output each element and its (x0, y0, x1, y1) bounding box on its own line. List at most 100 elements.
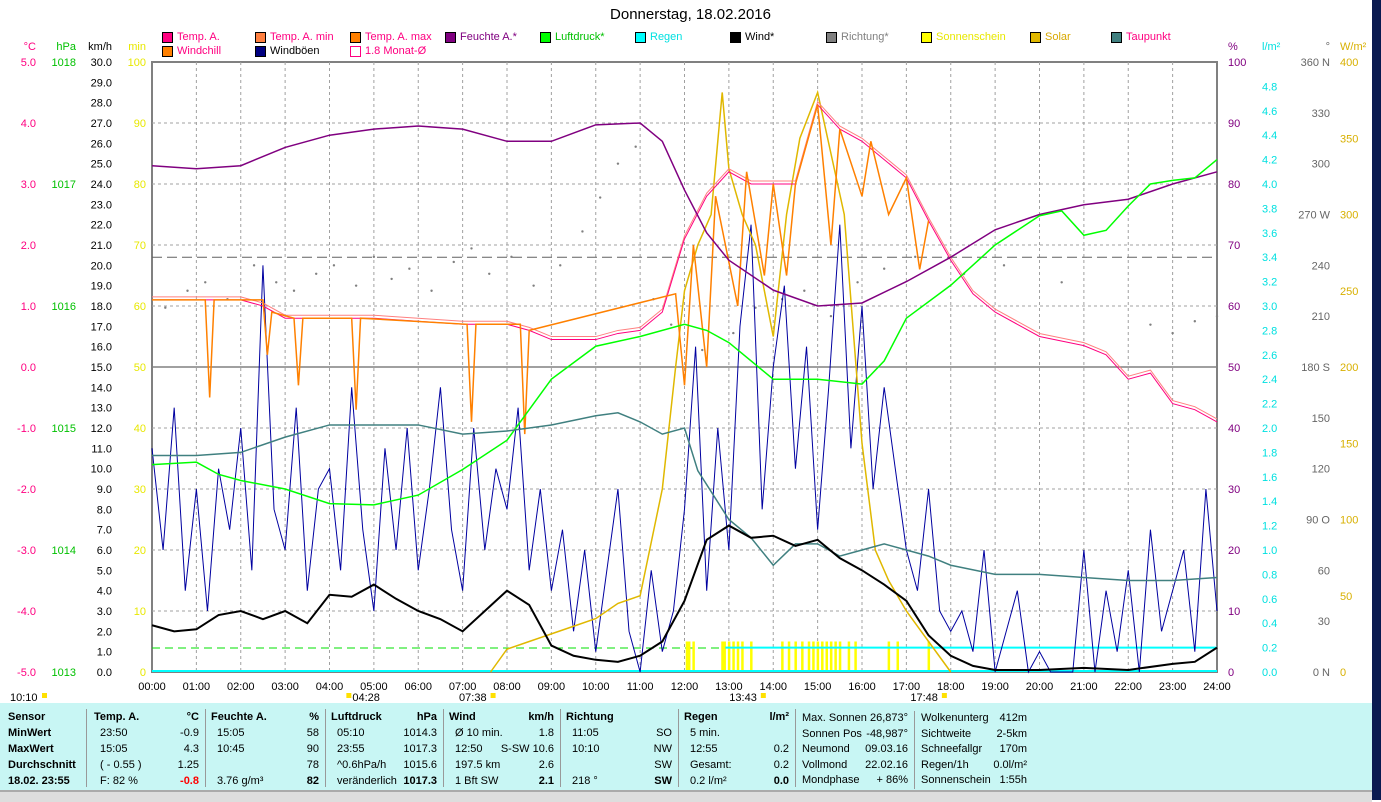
tick-label-lm2: 4.2 (1262, 155, 1277, 167)
cell-value: SO (656, 727, 672, 739)
tick-label-wm2: 300 (1340, 210, 1358, 222)
legend-swatch-icon (921, 31, 932, 43)
tick-label-kmh: 23.0 (91, 199, 112, 211)
tick-label-kmh: 11.0 (91, 443, 112, 455)
cell-value: 170m (999, 743, 1027, 755)
legend-item[interactable]: Luftdruck* (540, 31, 605, 43)
legend-item[interactable]: Temp. A. min (255, 31, 334, 43)
cell-value: 58 (306, 727, 319, 739)
hum-column: Feuchte A.% 15:05 58 10:45 90 78 3.76 g/m³ 82 (205, 709, 326, 787)
tick-label-celsius: -1.0 (17, 423, 36, 435)
column-unit: % (309, 711, 319, 723)
tick-label-min: 70 (134, 240, 146, 252)
direction-point (803, 289, 806, 292)
x-tick-label: 11:00 (627, 681, 654, 693)
cell-value: 78 (306, 759, 319, 771)
cell-label: ^0.6hPa/h (337, 759, 387, 771)
legend-swatch-icon (540, 31, 551, 43)
tick-label-percent: 10 (1228, 606, 1240, 618)
tick-label-deg: 0 N (1313, 667, 1330, 679)
tick-label-deg: 90 O (1306, 515, 1330, 527)
tick-label-celsius: 0.0 (21, 362, 36, 374)
sunshine-bar (801, 641, 804, 672)
tick-label-percent: 100 (1228, 57, 1246, 69)
cell-value: 1017.3 (403, 775, 437, 787)
sunshine-bar (812, 641, 815, 672)
legend-item[interactable]: Solar (1030, 31, 1071, 43)
sunshine-bar (838, 641, 842, 672)
cell-label: 15:05 (217, 727, 245, 739)
sunshine-bar (794, 641, 797, 672)
tick-label-lm2: 4.8 (1262, 81, 1277, 93)
tick-label-kmh: 10.0 (91, 464, 112, 476)
legend-item[interactable]: Feuchte A.* (445, 31, 517, 43)
legend-item[interactable]: Windböen (255, 45, 320, 57)
direction-point (914, 255, 917, 259)
tick-label-kmh: 28.0 (91, 98, 112, 110)
legend-item[interactable]: Temp. A. max (350, 31, 432, 43)
sunshine-bar (834, 641, 837, 672)
cell-value: 1.25 (177, 759, 199, 771)
tick-label-percent: 60 (1228, 301, 1240, 313)
direction-point (669, 323, 673, 326)
legend-item[interactable]: 1.8 Monat-Ø (350, 45, 426, 57)
legend-label: Windböen (270, 45, 320, 57)
sensor-column: Sensor MinWert MaxWert Durchschnitt 18.0… (0, 709, 87, 787)
cell-label: 1 Bft SW (455, 775, 499, 787)
cell-value: SW (654, 759, 672, 771)
tick-label-wm2: 0 (1340, 667, 1346, 679)
cell-label: Schneefallgr (921, 743, 983, 755)
cell-value: 0.2 (773, 743, 789, 755)
direction-point (252, 264, 256, 267)
x-tick-label: 15:00 (804, 681, 832, 693)
cell-value: 22.02.16 (865, 758, 908, 771)
legend-item[interactable]: Wind* (730, 31, 774, 43)
tick-label-celsius: 3.0 (21, 179, 36, 191)
legend-label: Taupunkt (1126, 31, 1171, 43)
legend-item[interactable]: Windchill (162, 45, 221, 57)
direction-point (1215, 314, 1219, 318)
legend-swatch-icon (350, 31, 361, 43)
legend-swatch-icon (162, 45, 173, 57)
axis-unit-min: min (128, 41, 146, 53)
tick-label-kmh: 13.0 (91, 403, 112, 415)
legend-swatch-icon (350, 45, 361, 57)
tick-label-deg: 330 (1312, 108, 1330, 120)
legend-item[interactable]: Richtung* (826, 31, 889, 43)
legend-item[interactable]: Regen (635, 31, 682, 43)
legend-item[interactable]: Temp. A. (162, 31, 220, 43)
cell-value: 2-5km (996, 727, 1027, 740)
tick-label-min: 30 (134, 484, 146, 496)
sunshine-bar (750, 641, 753, 672)
press-column: Luftdruck hPa 05:10 1014.3 23:55 1017.3 ^0.6hP… (325, 709, 444, 787)
tick-label-celsius: -2.0 (17, 484, 36, 496)
cell-label: 12:50 (455, 743, 483, 755)
column-unit: °C (186, 711, 199, 723)
direction-point (1060, 281, 1063, 284)
tick-label-wm2: 50 (1340, 591, 1352, 603)
tick-label-deg: 60 (1318, 565, 1330, 577)
tick-label-wm2: 250 (1340, 286, 1358, 298)
legend-swatch-icon (162, 31, 173, 43)
tick-label-celsius: -3.0 (17, 545, 36, 557)
cell-label: 05:10 (337, 727, 365, 739)
cell-label: 15:05 (100, 743, 128, 755)
tick-label-percent: 40 (1228, 423, 1240, 435)
tick-label-kmh: 3.0 (97, 606, 112, 618)
tick-label-wm2: 150 (1340, 438, 1358, 450)
cell-label: 10:45 (217, 743, 245, 755)
tick-label-min: 20 (134, 545, 146, 557)
direction-point (634, 145, 637, 148)
column-header: Richtung (566, 711, 614, 723)
cell-label: Vollmond (802, 758, 848, 771)
direction-point (510, 255, 513, 259)
tick-label-min: 80 (134, 179, 146, 191)
direction-point (164, 306, 167, 309)
legend-item[interactable]: Sonnenschein (921, 31, 1006, 43)
summary-panel: Sensor MinWert MaxWert Durchschnitt 18.0… (0, 703, 1372, 790)
tick-label-deg: 30 (1318, 616, 1330, 628)
column-header: Luftdruck (331, 711, 382, 723)
tick-label-deg: 270 W (1298, 210, 1330, 222)
cell-label: 23:55 (337, 743, 365, 755)
legend-item[interactable]: Taupunkt (1111, 31, 1171, 43)
